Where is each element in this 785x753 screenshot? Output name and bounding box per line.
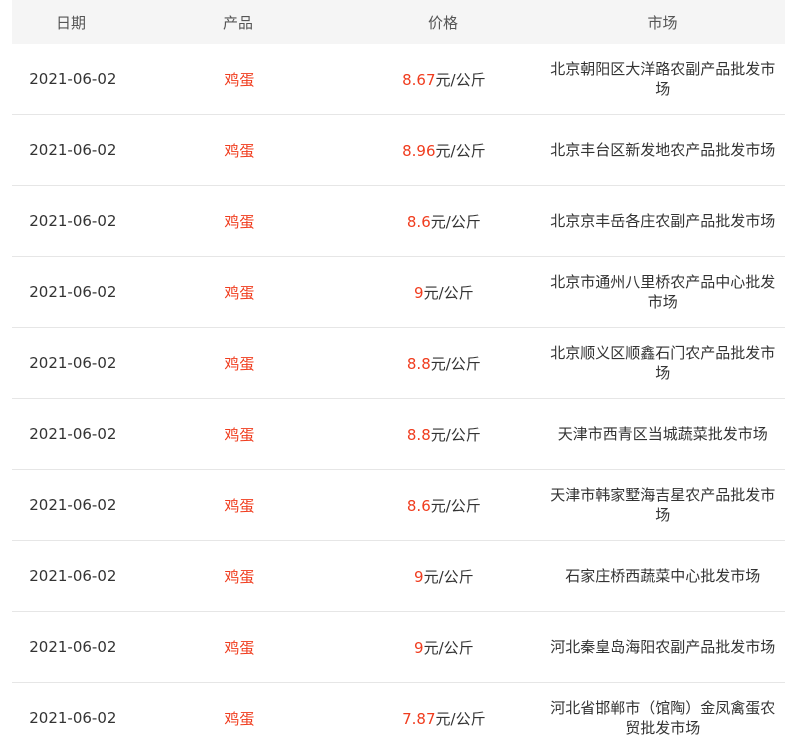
row-date: 2021-06-02 bbox=[29, 70, 117, 88]
price-unit: 元/公斤 bbox=[430, 212, 481, 231]
header-price: 价格 bbox=[427, 13, 458, 32]
row-date: 2021-06-02 bbox=[29, 141, 117, 159]
price-value: 8.6 bbox=[406, 212, 431, 231]
row-price: 8.67元/公斤 bbox=[347, 69, 540, 90]
row-date: 2021-06-02 bbox=[29, 354, 117, 372]
table-row[interactable]: 2021-06-02 鸡蛋 9元/公斤 北京市通州八里桥农产品中心批发市场 bbox=[12, 257, 785, 328]
row-price: 8.96元/公斤 bbox=[347, 140, 540, 161]
row-date: 2021-06-02 bbox=[29, 567, 117, 585]
price-unit: 元/公斤 bbox=[435, 141, 486, 160]
row-market: 天津市韩家墅海吉星农产品批发市场 bbox=[550, 486, 776, 524]
price-value: 8.67 bbox=[402, 70, 436, 89]
table-row[interactable]: 2021-06-02 鸡蛋 8.6元/公斤 北京京丰岳各庄农副产品批发市场 bbox=[12, 186, 785, 257]
price-table: 日期 产品 价格 市场 2021-06-02 鸡蛋 8.67元/公斤 北京朝阳区大洋路… bbox=[12, 0, 785, 753]
row-market: 北京丰台区新发地农产品批发市场 bbox=[550, 141, 776, 159]
row-price: 9元/公斤 bbox=[347, 282, 540, 303]
row-product-link[interactable]: 鸡蛋 bbox=[132, 211, 347, 232]
price-unit: 元/公斤 bbox=[435, 70, 486, 89]
row-product-link[interactable]: 鸡蛋 bbox=[132, 637, 347, 658]
row-price: 7.87元/公斤 bbox=[347, 708, 540, 729]
price-unit: 元/公斤 bbox=[430, 425, 481, 444]
price-unit: 元/公斤 bbox=[435, 709, 486, 728]
row-product-link[interactable]: 鸡蛋 bbox=[132, 140, 347, 161]
price-value: 8.6 bbox=[406, 496, 431, 515]
row-market: 河北省邯郸市（馆陶）金凤禽蛋农贸批发市场 bbox=[550, 699, 776, 737]
row-price: 8.6元/公斤 bbox=[347, 495, 540, 516]
row-product-link[interactable]: 鸡蛋 bbox=[132, 282, 347, 303]
row-date: 2021-06-02 bbox=[29, 425, 117, 443]
row-product-link[interactable]: 鸡蛋 bbox=[132, 69, 347, 90]
row-price: 9元/公斤 bbox=[347, 566, 540, 587]
row-price: 8.8元/公斤 bbox=[347, 353, 540, 374]
table-row[interactable]: 2021-06-02 鸡蛋 8.96元/公斤 北京丰台区新发地农产品批发市场 bbox=[12, 115, 785, 186]
header-product: 产品 bbox=[222, 13, 253, 32]
price-unit: 元/公斤 bbox=[430, 496, 481, 515]
row-date: 2021-06-02 bbox=[29, 638, 117, 656]
row-market: 北京市通州八里桥农产品中心批发市场 bbox=[550, 273, 776, 311]
row-product-link[interactable]: 鸡蛋 bbox=[132, 708, 347, 729]
row-price: 9元/公斤 bbox=[347, 637, 540, 658]
table-row[interactable]: 2021-06-02 鸡蛋 8.67元/公斤 北京朝阳区大洋路农副产品批发市场 bbox=[12, 44, 785, 115]
row-market: 河北秦皇岛海阳农副产品批发市场 bbox=[550, 638, 776, 656]
price-value: 8.8 bbox=[406, 354, 431, 373]
table-body: 2021-06-02 鸡蛋 8.67元/公斤 北京朝阳区大洋路农副产品批发市场 2021… bbox=[12, 44, 785, 753]
price-value: 9 bbox=[414, 567, 424, 586]
row-price: 8.6元/公斤 bbox=[347, 211, 540, 232]
row-product-link[interactable]: 鸡蛋 bbox=[132, 353, 347, 374]
row-market: 北京朝阳区大洋路农副产品批发市场 bbox=[550, 60, 776, 98]
row-price: 8.8元/公斤 bbox=[347, 424, 540, 445]
row-market: 天津市西青区当城蔬菜批发市场 bbox=[557, 425, 768, 443]
table-row[interactable]: 2021-06-02 鸡蛋 8.8元/公斤 北京顺义区顺鑫石门农产品批发市场 bbox=[12, 328, 785, 399]
row-date: 2021-06-02 bbox=[29, 496, 117, 514]
row-date: 2021-06-02 bbox=[29, 283, 117, 301]
row-market: 北京京丰岳各庄农副产品批发市场 bbox=[550, 212, 776, 230]
price-unit: 元/公斤 bbox=[423, 567, 474, 586]
price-value: 8.96 bbox=[402, 141, 436, 160]
price-value: 9 bbox=[414, 283, 424, 302]
table-row[interactable]: 2021-06-02 鸡蛋 7.87元/公斤 河北省邯郸市（馆陶）金凤禽蛋农贸批发市场 bbox=[12, 683, 785, 753]
row-date: 2021-06-02 bbox=[29, 709, 117, 727]
price-value: 9 bbox=[414, 638, 424, 657]
header-market: 市场 bbox=[647, 13, 678, 32]
row-date: 2021-06-02 bbox=[29, 212, 117, 230]
row-product-link[interactable]: 鸡蛋 bbox=[132, 495, 347, 516]
table-row[interactable]: 2021-06-02 鸡蛋 9元/公斤 石家庄桥西蔬菜中心批发市场 bbox=[12, 541, 785, 612]
price-unit: 元/公斤 bbox=[430, 354, 481, 373]
table-row[interactable]: 2021-06-02 鸡蛋 8.8元/公斤 天津市西青区当城蔬菜批发市场 bbox=[12, 399, 785, 470]
price-value: 8.8 bbox=[406, 425, 431, 444]
table-row[interactable]: 2021-06-02 鸡蛋 9元/公斤 河北秦皇岛海阳农副产品批发市场 bbox=[12, 612, 785, 683]
row-market: 石家庄桥西蔬菜中心批发市场 bbox=[565, 567, 761, 585]
price-value: 7.87 bbox=[402, 709, 436, 728]
row-product-link[interactable]: 鸡蛋 bbox=[132, 566, 347, 587]
row-product-link[interactable]: 鸡蛋 bbox=[132, 424, 347, 445]
price-unit: 元/公斤 bbox=[423, 638, 474, 657]
table-row[interactable]: 2021-06-02 鸡蛋 8.6元/公斤 天津市韩家墅海吉星农产品批发市场 bbox=[12, 470, 785, 541]
price-unit: 元/公斤 bbox=[423, 283, 474, 302]
table-header: 日期 产品 价格 市场 bbox=[12, 0, 785, 44]
row-market: 北京顺义区顺鑫石门农产品批发市场 bbox=[550, 344, 776, 382]
header-date: 日期 bbox=[55, 13, 86, 32]
